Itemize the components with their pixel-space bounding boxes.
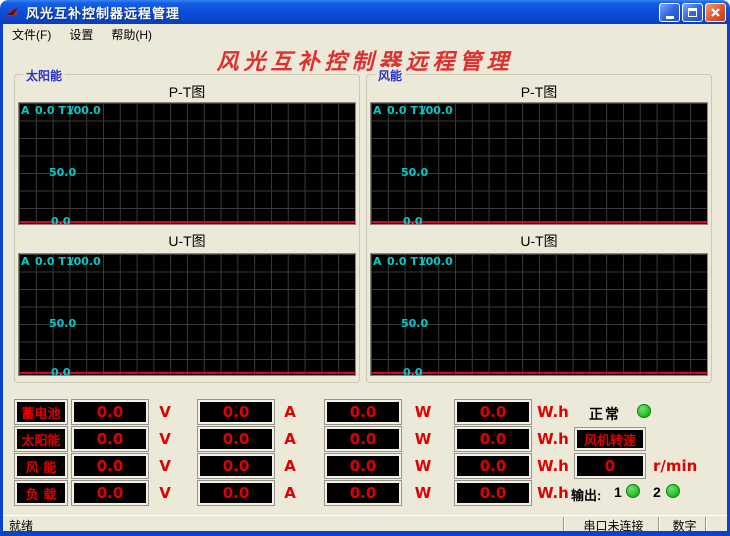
battery-energy-display: 0.0 — [455, 400, 531, 424]
y-max-label: 100.0 — [66, 104, 101, 117]
y-max-label: 100.0 — [66, 255, 101, 268]
y-max-label: 100.0 — [418, 104, 453, 117]
close-button[interactable] — [705, 3, 726, 22]
group-wind: 风能 P-T图 A 0.0 T / 100.0 50.0 0.0 U-T图 A … — [366, 74, 712, 383]
wind-power-display: 0.0 — [325, 454, 401, 478]
y-mid-label: 50.0 — [49, 166, 76, 179]
y-axis-unit-label: A — [373, 255, 382, 268]
maximize-button[interactable] — [682, 3, 703, 22]
window-title: 风光互补控制器远程管理 — [26, 3, 180, 22]
energy-unit: W.h — [533, 430, 573, 448]
solar-ut-chart: A 0.0 T / 100.0 50.0 0.0 — [18, 253, 356, 376]
fan-speed-display: 0 — [575, 454, 645, 478]
y-min-label: 0.0 — [51, 366, 71, 376]
wind-energy-display: 0.0 — [455, 454, 531, 478]
battery-voltage-display: 0.0 — [72, 400, 148, 424]
voltage-unit: V — [152, 457, 178, 475]
energy-unit: W.h — [533, 484, 573, 502]
solar-current-display: 0.0 — [198, 427, 274, 451]
menubar: 文件(F) 设置 帮助(H) — [3, 24, 727, 44]
solar-energy-display: 0.0 — [455, 427, 531, 451]
statusbar-separator — [563, 517, 564, 531]
row-label: 风 能 — [15, 454, 67, 478]
output2-indicator-icon — [666, 484, 680, 498]
y-min-label: 0.0 — [403, 215, 423, 225]
battery-power-display: 0.0 — [325, 400, 401, 424]
output-label: 输出: — [571, 485, 601, 504]
energy-unit: W.h — [533, 403, 573, 421]
wind-ut-chart-title: U-T图 — [367, 231, 711, 251]
power-unit: W — [410, 484, 436, 502]
wind-pt-chart: A 0.0 T / 100.0 50.0 0.0 — [370, 102, 708, 225]
row-label: 蓄电池 — [15, 400, 67, 424]
y-min-label: 0.0 — [51, 215, 71, 225]
load-current-display: 0.0 — [198, 481, 274, 505]
y-mid-label: 50.0 — [49, 317, 76, 330]
voltage-unit: V — [152, 484, 178, 502]
wind-ut-chart: A 0.0 T / 100.0 50.0 0.0 — [370, 253, 708, 376]
solar-power-display: 0.0 — [325, 427, 401, 451]
energy-unit: W.h — [533, 457, 573, 475]
solar-pt-chart: A 0.0 T / 100.0 50.0 0.0 — [18, 102, 356, 225]
load-energy-display: 0.0 — [455, 481, 531, 505]
menu-help[interactable]: 帮助(H) — [102, 24, 161, 45]
close-icon — [710, 7, 721, 18]
power-unit: W — [410, 403, 436, 421]
statusbar-separator — [705, 517, 706, 531]
current-unit: A — [277, 430, 303, 448]
window-border — [0, 531, 730, 536]
load-voltage-display: 0.0 — [72, 481, 148, 505]
y-mid-label: 50.0 — [401, 166, 428, 179]
output2-label: 2 — [653, 484, 661, 500]
y-max-label: 100.0 — [418, 255, 453, 268]
maximize-icon — [688, 8, 697, 17]
solar-voltage-display: 0.0 — [72, 427, 148, 451]
y-axis-unit-label: A — [373, 104, 382, 117]
statusbar: 就绪 串口未连接 数字 — [3, 515, 727, 531]
current-unit: A — [277, 484, 303, 502]
statusbar-separator — [658, 517, 659, 531]
normal-indicator-icon — [637, 404, 651, 418]
minimize-button[interactable] — [659, 3, 680, 22]
row-label: 负 载 — [15, 481, 67, 505]
output1-indicator-icon — [626, 484, 640, 498]
power-unit: W — [410, 430, 436, 448]
page-title: 风光互补控制器远程管理 — [0, 44, 730, 76]
y-axis-unit-label: A — [21, 104, 30, 117]
voltage-unit: V — [152, 403, 178, 421]
current-unit: A — [277, 403, 303, 421]
y-min-label: 0.0 — [403, 366, 423, 376]
titlebar[interactable]: 风光互补控制器远程管理 — [0, 0, 730, 24]
app-window: 风光互补控制器远程管理 文件(F) 设置 帮助(H) 风光互补控制器远程管理 太… — [0, 0, 730, 536]
output1-label: 1 — [614, 484, 622, 500]
minimize-icon — [666, 16, 674, 19]
wind-pt-chart-title: P-T图 — [367, 82, 711, 102]
window-border — [0, 24, 3, 536]
solar-pt-chart-title: P-T图 — [15, 82, 359, 102]
y-mid-label: 50.0 — [401, 317, 428, 330]
voltage-unit: V — [152, 430, 178, 448]
current-unit: A — [277, 457, 303, 475]
row-label: 太阳能 — [15, 427, 67, 451]
solar-ut-chart-title: U-T图 — [15, 231, 359, 251]
fan-speed-label: 风机转速 — [575, 428, 645, 450]
window-controls — [659, 3, 726, 22]
app-logo-icon — [5, 4, 21, 20]
menu-file[interactable]: 文件(F) — [3, 24, 60, 45]
power-unit: W — [410, 457, 436, 475]
wind-current-display: 0.0 — [198, 454, 274, 478]
group-solar: 太阳能 P-T图 A 0.0 T / 100.0 50.0 0.0 U-T图 A… — [14, 74, 360, 383]
normal-status-label: 正常 — [589, 404, 621, 424]
fan-speed-unit: r/min — [653, 457, 697, 475]
y-axis-unit-label: A — [21, 255, 30, 268]
menu-settings[interactable]: 设置 — [60, 24, 102, 45]
battery-current-display: 0.0 — [198, 400, 274, 424]
load-power-display: 0.0 — [325, 481, 401, 505]
wind-voltage-display: 0.0 — [72, 454, 148, 478]
